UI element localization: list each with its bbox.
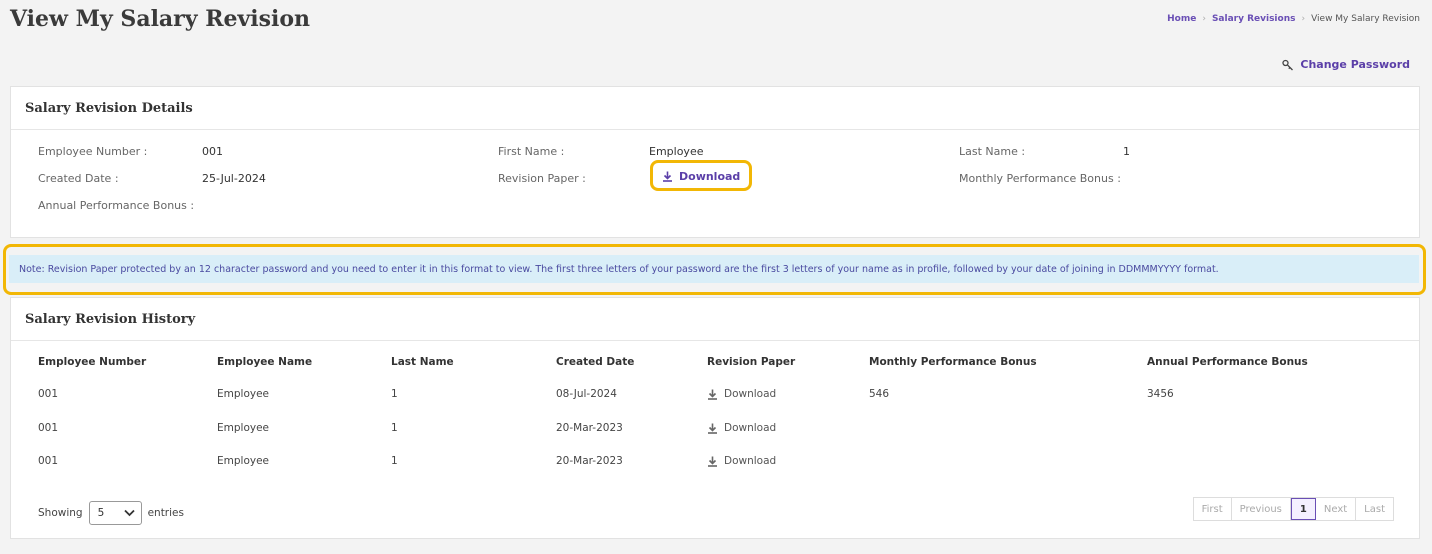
last-name-value: 1 <box>1123 145 1130 158</box>
first-name-value: Employee <box>649 145 704 158</box>
download-label: Download <box>724 422 777 434</box>
employee-number-value: 001 <box>202 145 223 158</box>
column-monthly-bonus: Monthly Performance Bonus <box>869 356 1037 368</box>
entries-selector: Showing 5 entries <box>38 501 184 525</box>
key-icon <box>1282 59 1294 70</box>
download-label: Download <box>724 455 777 467</box>
showing-label: Showing <box>38 507 83 519</box>
cell-created-date: 20-Mar-2023 <box>556 422 623 434</box>
employee-number-label: Employee Number : <box>38 145 148 158</box>
cell-monthly-bonus: 546 <box>869 388 890 400</box>
breadcrumb-separator: › <box>1202 14 1206 24</box>
column-employee-number: Employee Number <box>38 356 147 368</box>
entries-select[interactable]: 5 <box>88 501 142 525</box>
revision-paper-label: Revision Paper : <box>498 172 586 185</box>
last-name-label: Last Name : <box>959 145 1026 158</box>
created-date-value: 25-Jul-2024 <box>202 172 266 185</box>
cell-employee-number: 001 <box>38 422 59 434</box>
pager-first-button[interactable]: First <box>1194 498 1232 520</box>
first-name-label: First Name : <box>498 145 565 158</box>
column-created-date: Created Date <box>556 356 635 368</box>
cell-employee-name: Employee <box>217 455 270 467</box>
download-label: Download <box>724 388 777 400</box>
change-password-link[interactable]: Change Password <box>1282 58 1410 71</box>
column-employee-name: Employee Name <box>217 356 313 368</box>
salary-revision-details-card: Salary Revision Details Employee Number … <box>10 86 1420 238</box>
breadcrumb-salary-revisions[interactable]: Salary Revisions <box>1212 14 1296 24</box>
change-password-label: Change Password <box>1300 58 1410 71</box>
cell-annual-bonus: 3456 <box>1147 388 1174 400</box>
cell-employee-number: 001 <box>38 455 59 467</box>
cell-employee-name: Employee <box>217 388 270 400</box>
cell-created-date: 20-Mar-2023 <box>556 455 623 467</box>
download-icon <box>663 171 672 182</box>
row-download-link[interactable]: Download <box>707 455 776 467</box>
created-date-label: Created Date : <box>38 172 119 185</box>
salary-revision-history-card: Salary Revision History Employee Number … <box>10 297 1420 539</box>
breadcrumb-current: View My Salary Revision <box>1311 14 1420 24</box>
column-annual-bonus: Annual Performance Bonus <box>1147 356 1308 368</box>
annual-bonus-label: Annual Performance Bonus : <box>38 199 195 212</box>
download-icon <box>708 389 717 400</box>
column-revision-paper: Revision Paper <box>707 356 796 368</box>
pager-last-button[interactable]: Last <box>1356 498 1393 520</box>
cell-created-date: 08-Jul-2024 <box>556 388 617 400</box>
breadcrumb-home[interactable]: Home <box>1167 14 1196 24</box>
cell-last-name: 1 <box>391 455 398 467</box>
download-icon <box>708 456 717 467</box>
details-card-header: Salary Revision Details <box>11 87 1419 130</box>
password-note: Note: Revision Paper protected by an 12 … <box>9 255 1419 283</box>
row-download-link[interactable]: Download <box>707 388 776 400</box>
entries-select-value: 5 <box>97 507 105 519</box>
row-download-link[interactable]: Download <box>707 422 776 434</box>
entries-label: entries <box>147 507 184 519</box>
cell-last-name: 1 <box>391 422 398 434</box>
page-title: View My Salary Revision <box>10 6 311 32</box>
chevron-down-icon <box>123 509 135 517</box>
pagination: First Previous 1 Next Last <box>1192 497 1394 521</box>
breadcrumb-separator: › <box>1301 14 1306 24</box>
download-label: Download <box>679 170 741 183</box>
monthly-bonus-label: Monthly Performance Bonus : <box>959 172 1121 185</box>
cell-last-name: 1 <box>391 388 398 400</box>
history-card-header: Salary Revision History <box>11 298 1419 341</box>
pager-page-1[interactable]: 1 <box>1290 498 1316 520</box>
cell-employee-name: Employee <box>217 422 270 434</box>
breadcrumb: Home › Salary Revisions › View My Salary… <box>1167 14 1420 24</box>
pager-previous-button[interactable]: Previous <box>1232 498 1291 520</box>
revision-paper-download-link[interactable]: Download <box>662 170 740 183</box>
pager-next-button[interactable]: Next <box>1316 498 1357 520</box>
download-icon <box>708 423 717 434</box>
column-last-name: Last Name <box>391 356 454 368</box>
cell-employee-number: 001 <box>38 388 59 400</box>
